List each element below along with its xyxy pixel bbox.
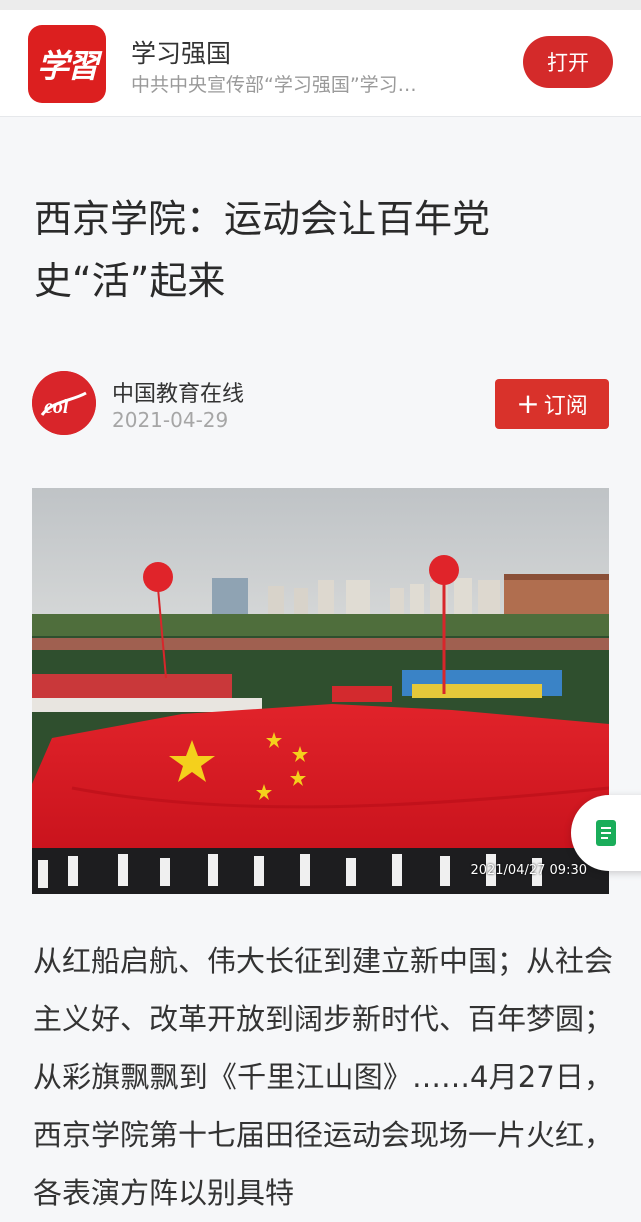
subscribe-label: 订阅 <box>543 394 588 419</box>
plus-icon: + <box>516 387 540 420</box>
article-body: 从红船启航、伟大长征到建立新中国；从社会主义好、改革开放到阔步新时代、百年梦圆；… <box>33 944 614 1210</box>
app-description: 中共中央宣传部“学习强国”学习… <box>131 74 417 96</box>
xuexi-app-logo[interactable]: 学習 <box>28 25 106 103</box>
author-avatar[interactable]: eol <box>32 371 96 435</box>
sports-meet-flag-photo <box>32 488 609 894</box>
open-app-button[interactable]: 打开 <box>523 36 613 88</box>
photo-timestamp: 2021/04/27 09:30 <box>470 863 587 878</box>
app-name: 学习强国 <box>131 39 232 68</box>
subscribe-button[interactable]: + 订阅 <box>495 379 609 429</box>
app-banner: 学習 学习强国 中共中央宣传部“学习强国”学习… 打开 <box>0 10 641 117</box>
document-icon <box>596 820 616 846</box>
publish-date: 2021-04-29 <box>112 408 229 432</box>
floating-action-button[interactable] <box>571 795 641 871</box>
article-photo[interactable]: 2021/04/27 09:30 <box>32 488 609 894</box>
article-title: 西京学院：运动会让百年党史“活”起来 <box>34 197 491 303</box>
status-bar <box>0 0 641 10</box>
svg-text:eol: eol <box>44 396 69 418</box>
author-name[interactable]: 中国教育在线 <box>112 376 244 408</box>
eol-logo-icon: eol <box>32 371 96 435</box>
